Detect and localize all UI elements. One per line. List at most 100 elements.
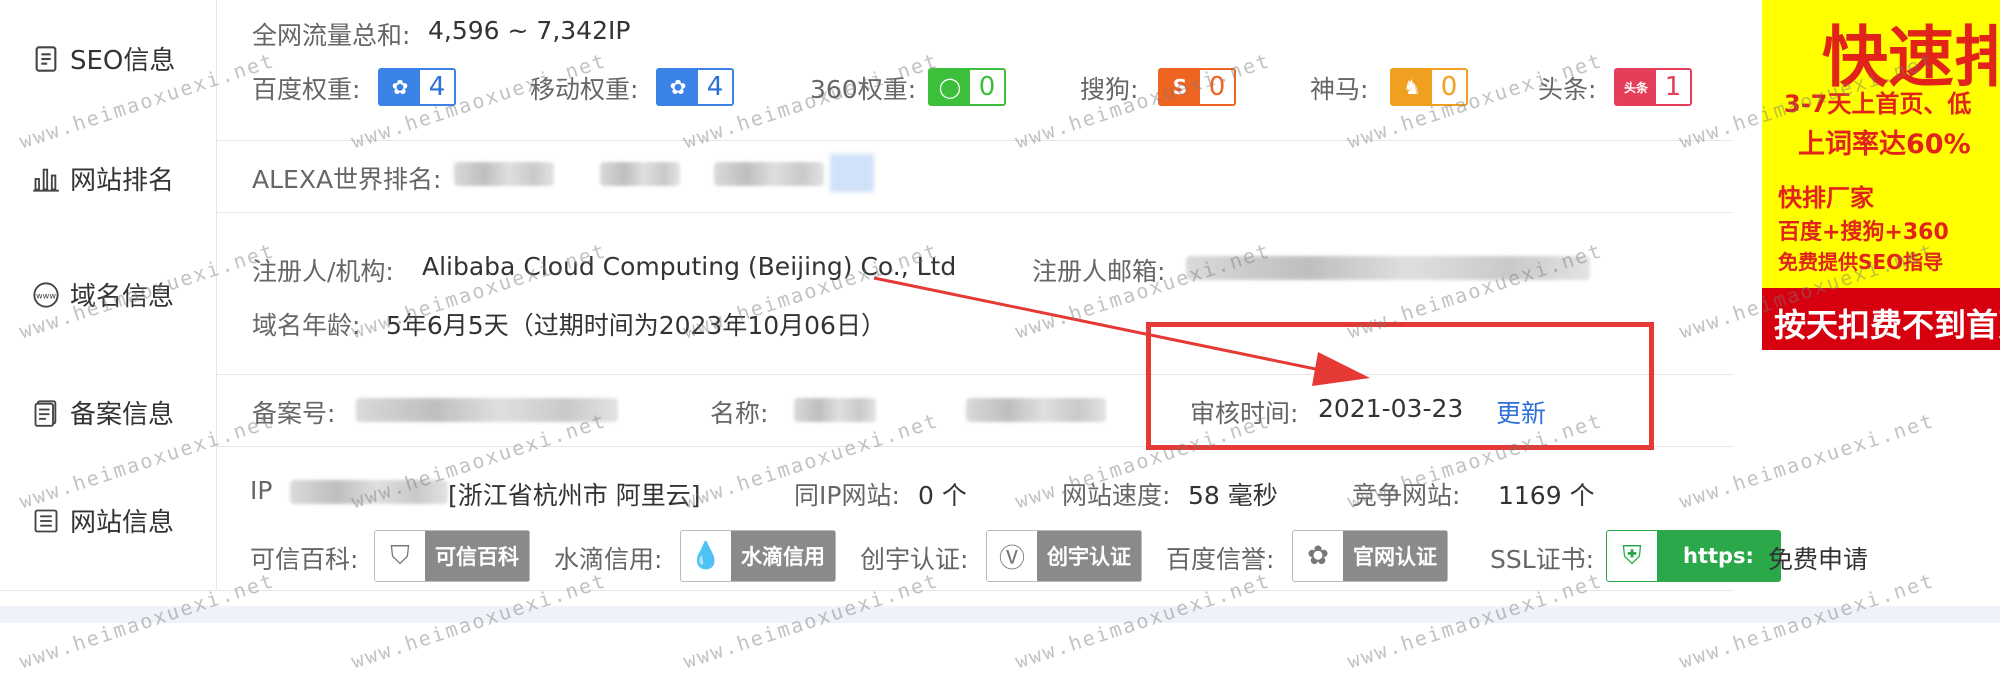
toutiao-label: 头条: [1538,75,1597,104]
rank-label: 网站排名 [32,160,174,197]
baidu-paw-icon: ✿ [380,70,420,104]
compete-label: 竞争网站: [1352,481,1461,510]
shuidi-badge-text: 水滴信用 [731,531,835,581]
mobile-weight-badge[interactable]: ✿ 4 [656,68,734,106]
traffic-label: 全网流量总和: [252,21,411,50]
domain-age-label: 域名年龄: [252,311,361,340]
icp-label-text: 备案信息 [70,400,175,430]
record-list-icon [34,399,57,427]
speed-value: 58 毫秒 [1188,481,1278,510]
ad-bar-text: 按天扣费不到首页 [1774,306,2000,344]
kexin-badge-text: 可信百科 [425,531,529,581]
icp-label-cell: 备案信息 [0,374,217,446]
360-weight-label: 360权重: [810,75,917,104]
v-shield-icon: Ⓥ [998,543,1025,574]
toutiao-badge[interactable]: 头条 1 [1614,68,1692,106]
ssl-label: SSL证书: [1490,545,1595,574]
360-weight-value: 0 [970,70,1004,104]
shenma-value: 0 [1432,70,1466,104]
ssl-shield-icon: ⛨ [1622,540,1642,571]
alexa-value-blurred-2 [600,162,680,186]
document-icon [35,45,57,72]
svg-text:www: www [36,290,56,300]
baidu-weight-badge[interactable]: ✿ 4 [378,68,456,106]
icp-name-blurred [794,398,876,422]
alexa-value-blurred-3 [714,162,824,186]
ad-line-4: 百度+搜狗+360 [1778,220,1949,245]
mobile-weight-label: 移动权重: [530,75,639,104]
annotation-box [1146,322,1654,450]
sogou-badge[interactable]: S 0 [1158,68,1236,106]
ad-line-1: 3-7天上首页、低 [1784,90,1972,118]
shuidi-badge[interactable]: 💧 水滴信用 [680,530,836,582]
rank-label-cell: 网站排名 [0,140,217,212]
kexin-label: 可信百科: [250,545,359,574]
same-ip-label: 同IP网站: [794,481,900,510]
baidu-credit-label: 百度信誉: [1166,545,1275,574]
shenma-horse-icon: ♞ [1392,70,1432,104]
sogou-value: 0 [1200,70,1234,104]
alexa-value-blurred [454,162,554,186]
baidu-paw-icon: ✿ [1307,541,1329,571]
icp-number-label: 备案号: [252,399,336,428]
ad-bottom-bar: 按天扣费不到首页 [1762,288,2000,350]
kexin-badge[interactable]: ⛉ 可信百科 [374,530,530,582]
ssl-badge[interactable]: ⛨ https: [1606,530,1781,582]
alexa-label: ALEXA世界排名: [252,165,442,194]
icp-number-blurred [356,398,618,422]
baidu-credit-badge[interactable]: ✿ 官网认证 [1292,530,1448,582]
seo-label-text: SEO信息 [70,46,176,76]
list-document-icon [34,509,58,532]
ad-line-2: 上词率达60% [1798,129,1971,160]
ssl-badge-text: https: [1657,531,1780,581]
domain-label-cell: www 域名信息 [0,212,217,374]
sogou-label: 搜狗: [1080,75,1139,104]
domain-label-text: 域名信息 [70,282,175,312]
alexa-badge-blurred [830,154,874,192]
email-value-blurred [1186,256,1590,280]
baidu-weight-label: 百度权重: [252,75,361,104]
icp-nature-blurred [966,398,1106,422]
water-drop-icon: 💧 [689,541,723,571]
registrant-value: Alibaba Cloud Computing (Beijing) Co., L… [422,252,957,281]
baidu-paw-icon: ✿ [658,70,698,104]
baidu-weight-value: 4 [420,70,454,104]
bottom-strip [0,606,2000,623]
icp-label: 备案信息 [32,394,174,431]
toutiao-value: 1 [1656,70,1690,104]
rank-label-text: 网站排名 [70,166,175,196]
360-ring-icon: ◯ [930,70,970,104]
bar-chart-icon [33,168,59,192]
sogou-s-icon: S [1160,70,1200,104]
mobile-weight-value: 4 [698,70,732,104]
site-label-text: 网站信息 [70,508,175,538]
domain-age-value: 5年6月5天（过期时间为2023年10月06日） [386,311,886,340]
seo-label-cell: SEO信息 [0,0,217,140]
ad-line-5: 免费提供SEO指导 [1778,250,1944,274]
ad-banner[interactable]: 快速排 3-7天上首页、低 上词率达60% 快排厂家 百度+搜狗+360 免费提… [1762,0,2000,350]
ip-value-blurred [290,480,448,504]
baidu-credit-badge-text: 官网认证 [1343,531,1447,581]
shenma-badge[interactable]: ♞ 0 [1390,68,1468,106]
360-weight-badge[interactable]: ◯ 0 [928,68,1006,106]
email-label: 注册人邮箱: [1032,257,1166,286]
ip-location: [浙江省杭州市 阿里云] [448,481,701,510]
shenma-label: 神马: [1310,75,1369,104]
ip-label: IP [250,476,273,505]
chuangyu-label: 创宇认证: [860,545,969,574]
ssl-apply-link[interactable]: 免费申请 [1768,540,1868,576]
compete-value: 1169 个 [1498,481,1595,510]
icp-name-label: 名称: [710,399,769,428]
www-globe-icon: www [33,281,59,308]
toutiao-icon: 头条 [1616,70,1656,104]
seo-row: SEO信息 全网流量总和: 4,596 ~ 7,342IP 百度权重: ✿ 4 … [0,0,1733,141]
chuangyu-badge[interactable]: Ⓥ 创宇认证 [986,530,1142,582]
shield-icon: ⛉ [390,540,410,571]
site-label-cell: 网站信息 [0,446,217,590]
seo-label: SEO信息 [32,40,175,77]
speed-label: 网站速度: [1062,481,1171,510]
shuidi-label: 水滴信用: [554,545,663,574]
site-row: 网站信息 IP [浙江省杭州市 阿里云] 同IP网站: 0 个 网站速度: 58… [0,446,1868,591]
domain-label: www 域名信息 [32,276,174,313]
chuangyu-badge-text: 创宇认证 [1037,531,1141,581]
